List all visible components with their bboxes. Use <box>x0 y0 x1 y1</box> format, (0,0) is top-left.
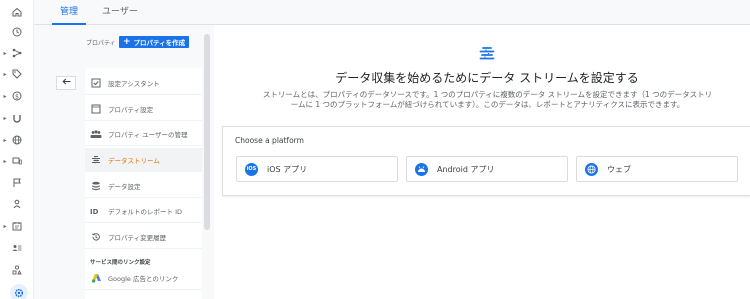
plus-icon: + <box>123 36 131 47</box>
flow-icon <box>10 46 24 60</box>
svg-text:ID: ID <box>90 208 99 216</box>
rail-person-pin[interactable] <box>0 194 34 214</box>
square-icon <box>90 103 102 115</box>
rail-dollar[interactable]: ▸ $ <box>0 86 34 106</box>
top-tab-bar: 管理 ユーザー <box>34 0 750 25</box>
ios-app-button[interactable]: iOS iOS アプリ <box>236 156 398 182</box>
nav-item-label: プロパティ設定 <box>108 105 154 114</box>
caret-right-icon: ▸ <box>3 92 7 100</box>
dollar-icon: $ <box>10 89 24 103</box>
database-icon <box>90 180 102 192</box>
platform-label: iOS アプリ <box>267 164 308 174</box>
nav-item-label: プロパティ変更履歴 <box>108 233 167 242</box>
tab-admin[interactable]: 管理 <box>52 0 87 25</box>
nav-scrollbar[interactable] <box>204 34 210 230</box>
stream-icon <box>90 154 102 166</box>
rail-board[interactable]: ▸ <box>0 216 34 236</box>
gear-icon <box>10 284 28 299</box>
person-pin-icon <box>10 197 24 211</box>
board-icon <box>10 219 24 233</box>
google-ads-icon <box>90 272 102 284</box>
flag-icon <box>10 176 24 190</box>
platform-label: ウェブ <box>607 164 631 174</box>
devices-icon <box>10 154 24 168</box>
people-list-icon <box>10 241 24 255</box>
nav-item-change-history[interactable]: プロパティ変更履歴 <box>85 225 202 249</box>
checkbox-icon <box>90 77 102 89</box>
web-globe-icon <box>585 162 598 176</box>
create-property-label: プロパティを作成 <box>133 39 186 47</box>
page-description: ストリームとは、プロパティのデータソースです。1 つのプロパティに複数のデータ … <box>225 90 750 110</box>
people-icon <box>90 128 102 140</box>
nav-item-label: データストリーム <box>108 156 160 165</box>
home-icon <box>10 5 24 19</box>
nav-item-report-id[interactable]: ID デフォルトのレポート ID <box>85 199 202 223</box>
globe-icon <box>10 133 24 147</box>
shapes-icon <box>10 263 24 277</box>
back-button[interactable] <box>56 76 76 90</box>
rail-shapes[interactable] <box>0 260 34 280</box>
platform-card-title: Choose a platform <box>235 136 304 145</box>
caret-right-icon: ▸ <box>3 49 7 57</box>
rail-tag[interactable]: ▸ <box>0 64 34 84</box>
rail-magnet[interactable]: ▸ <box>0 108 34 128</box>
tab-users[interactable]: ユーザー <box>94 0 146 25</box>
id-icon: ID <box>90 205 102 217</box>
nav-item-label: 設定アシスタント <box>108 79 160 88</box>
caret-right-icon: ▸ <box>3 157 7 165</box>
description-line-2: ームに 1 つのプラットフォームが紐づけられています）。このデータは、レポートと… <box>290 100 685 109</box>
left-rail: ▸ ▸ ▸ $ ▸ ▸ ▸ ▸ <box>0 0 34 299</box>
web-button[interactable]: ウェブ <box>576 156 738 182</box>
nav-item-setup-assistant[interactable]: 設定アシスタント <box>85 71 202 95</box>
caret-right-icon: ▸ <box>3 222 7 230</box>
platform-label: Android アプリ <box>437 164 495 174</box>
linked-services-heading: サービス間のリンク設定 <box>90 260 151 266</box>
arrow-left-icon <box>61 78 71 88</box>
history-icon <box>90 231 102 243</box>
magnet-icon <box>10 111 24 125</box>
create-property-button[interactable]: + プロパティを作成 <box>119 36 189 48</box>
rail-devices[interactable]: ▸ <box>0 151 34 171</box>
rail-flow[interactable]: ▸ <box>0 43 34 63</box>
nav-item-label: プロパティ ユーザーの管理 <box>108 130 188 139</box>
rail-globe[interactable]: ▸ <box>0 130 34 150</box>
rail-flag[interactable] <box>0 173 34 193</box>
nav-item-property-settings[interactable]: プロパティ設定 <box>85 97 202 121</box>
rail-clock[interactable] <box>0 22 34 42</box>
property-nav: 設定アシスタント プロパティ設定 プロパティ ユーザーの管理 データストリーム … <box>85 68 202 299</box>
svg-text:$: $ <box>15 93 19 100</box>
ios-icon: iOS <box>245 162 258 176</box>
caret-right-icon: ▸ <box>3 70 7 78</box>
android-icon <box>415 162 428 176</box>
rail-home[interactable] <box>0 2 34 22</box>
nav-item-user-management[interactable]: プロパティ ユーザーの管理 <box>85 122 202 146</box>
android-app-button[interactable]: Android アプリ <box>406 156 568 182</box>
rail-admin[interactable] <box>0 283 34 299</box>
nav-item-data-settings[interactable]: データ設定 <box>85 174 202 198</box>
nav-item-label: データ設定 <box>108 182 141 191</box>
rail-people-list[interactable] <box>0 238 34 258</box>
nav-item-label: デフォルトのレポート ID <box>108 207 182 216</box>
page-headline: データ収集を始めるためにデータ ストリームを設定する <box>335 71 639 85</box>
nav-item-google-ads-link[interactable]: Google 広告とのリンク <box>85 266 202 290</box>
nav-item-label: Google 広告とのリンク <box>108 274 179 283</box>
tag-icon <box>10 67 24 81</box>
clock-icon <box>10 25 24 39</box>
caret-right-icon: ▸ <box>3 114 7 122</box>
data-stream-hero-icon <box>479 46 495 62</box>
description-line-1: ストリームとは、プロパティのデータソースです。1 つのプロパティに複数のデータ … <box>262 90 713 99</box>
nav-item-data-streams[interactable]: データストリーム <box>85 148 202 172</box>
property-label: プロパティ <box>86 40 116 47</box>
caret-right-icon: ▸ <box>3 136 7 144</box>
